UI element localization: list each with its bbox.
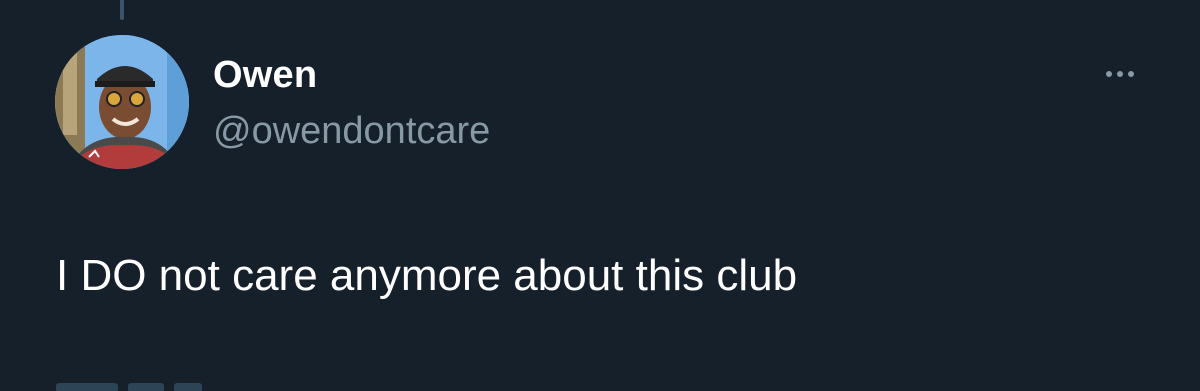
tweet-text: I DO not care anymore about this club — [56, 251, 798, 300]
author-display-name[interactable]: Owen — [213, 52, 317, 98]
avatar-photo-icon — [55, 35, 189, 169]
avatar[interactable] — [55, 35, 189, 169]
cut-off-text-fragment — [128, 383, 164, 391]
more-options-button[interactable] — [1094, 58, 1146, 90]
more-options-icon — [1128, 71, 1134, 77]
cut-off-text-fragment — [174, 383, 202, 391]
author-handle[interactable]: @owendontcare — [213, 108, 490, 154]
more-options-icon — [1117, 71, 1123, 77]
more-options-icon — [1106, 71, 1112, 77]
cut-off-text-fragment — [56, 383, 118, 391]
cut-off-next-row — [56, 383, 202, 391]
thread-connector-line — [120, 0, 124, 20]
